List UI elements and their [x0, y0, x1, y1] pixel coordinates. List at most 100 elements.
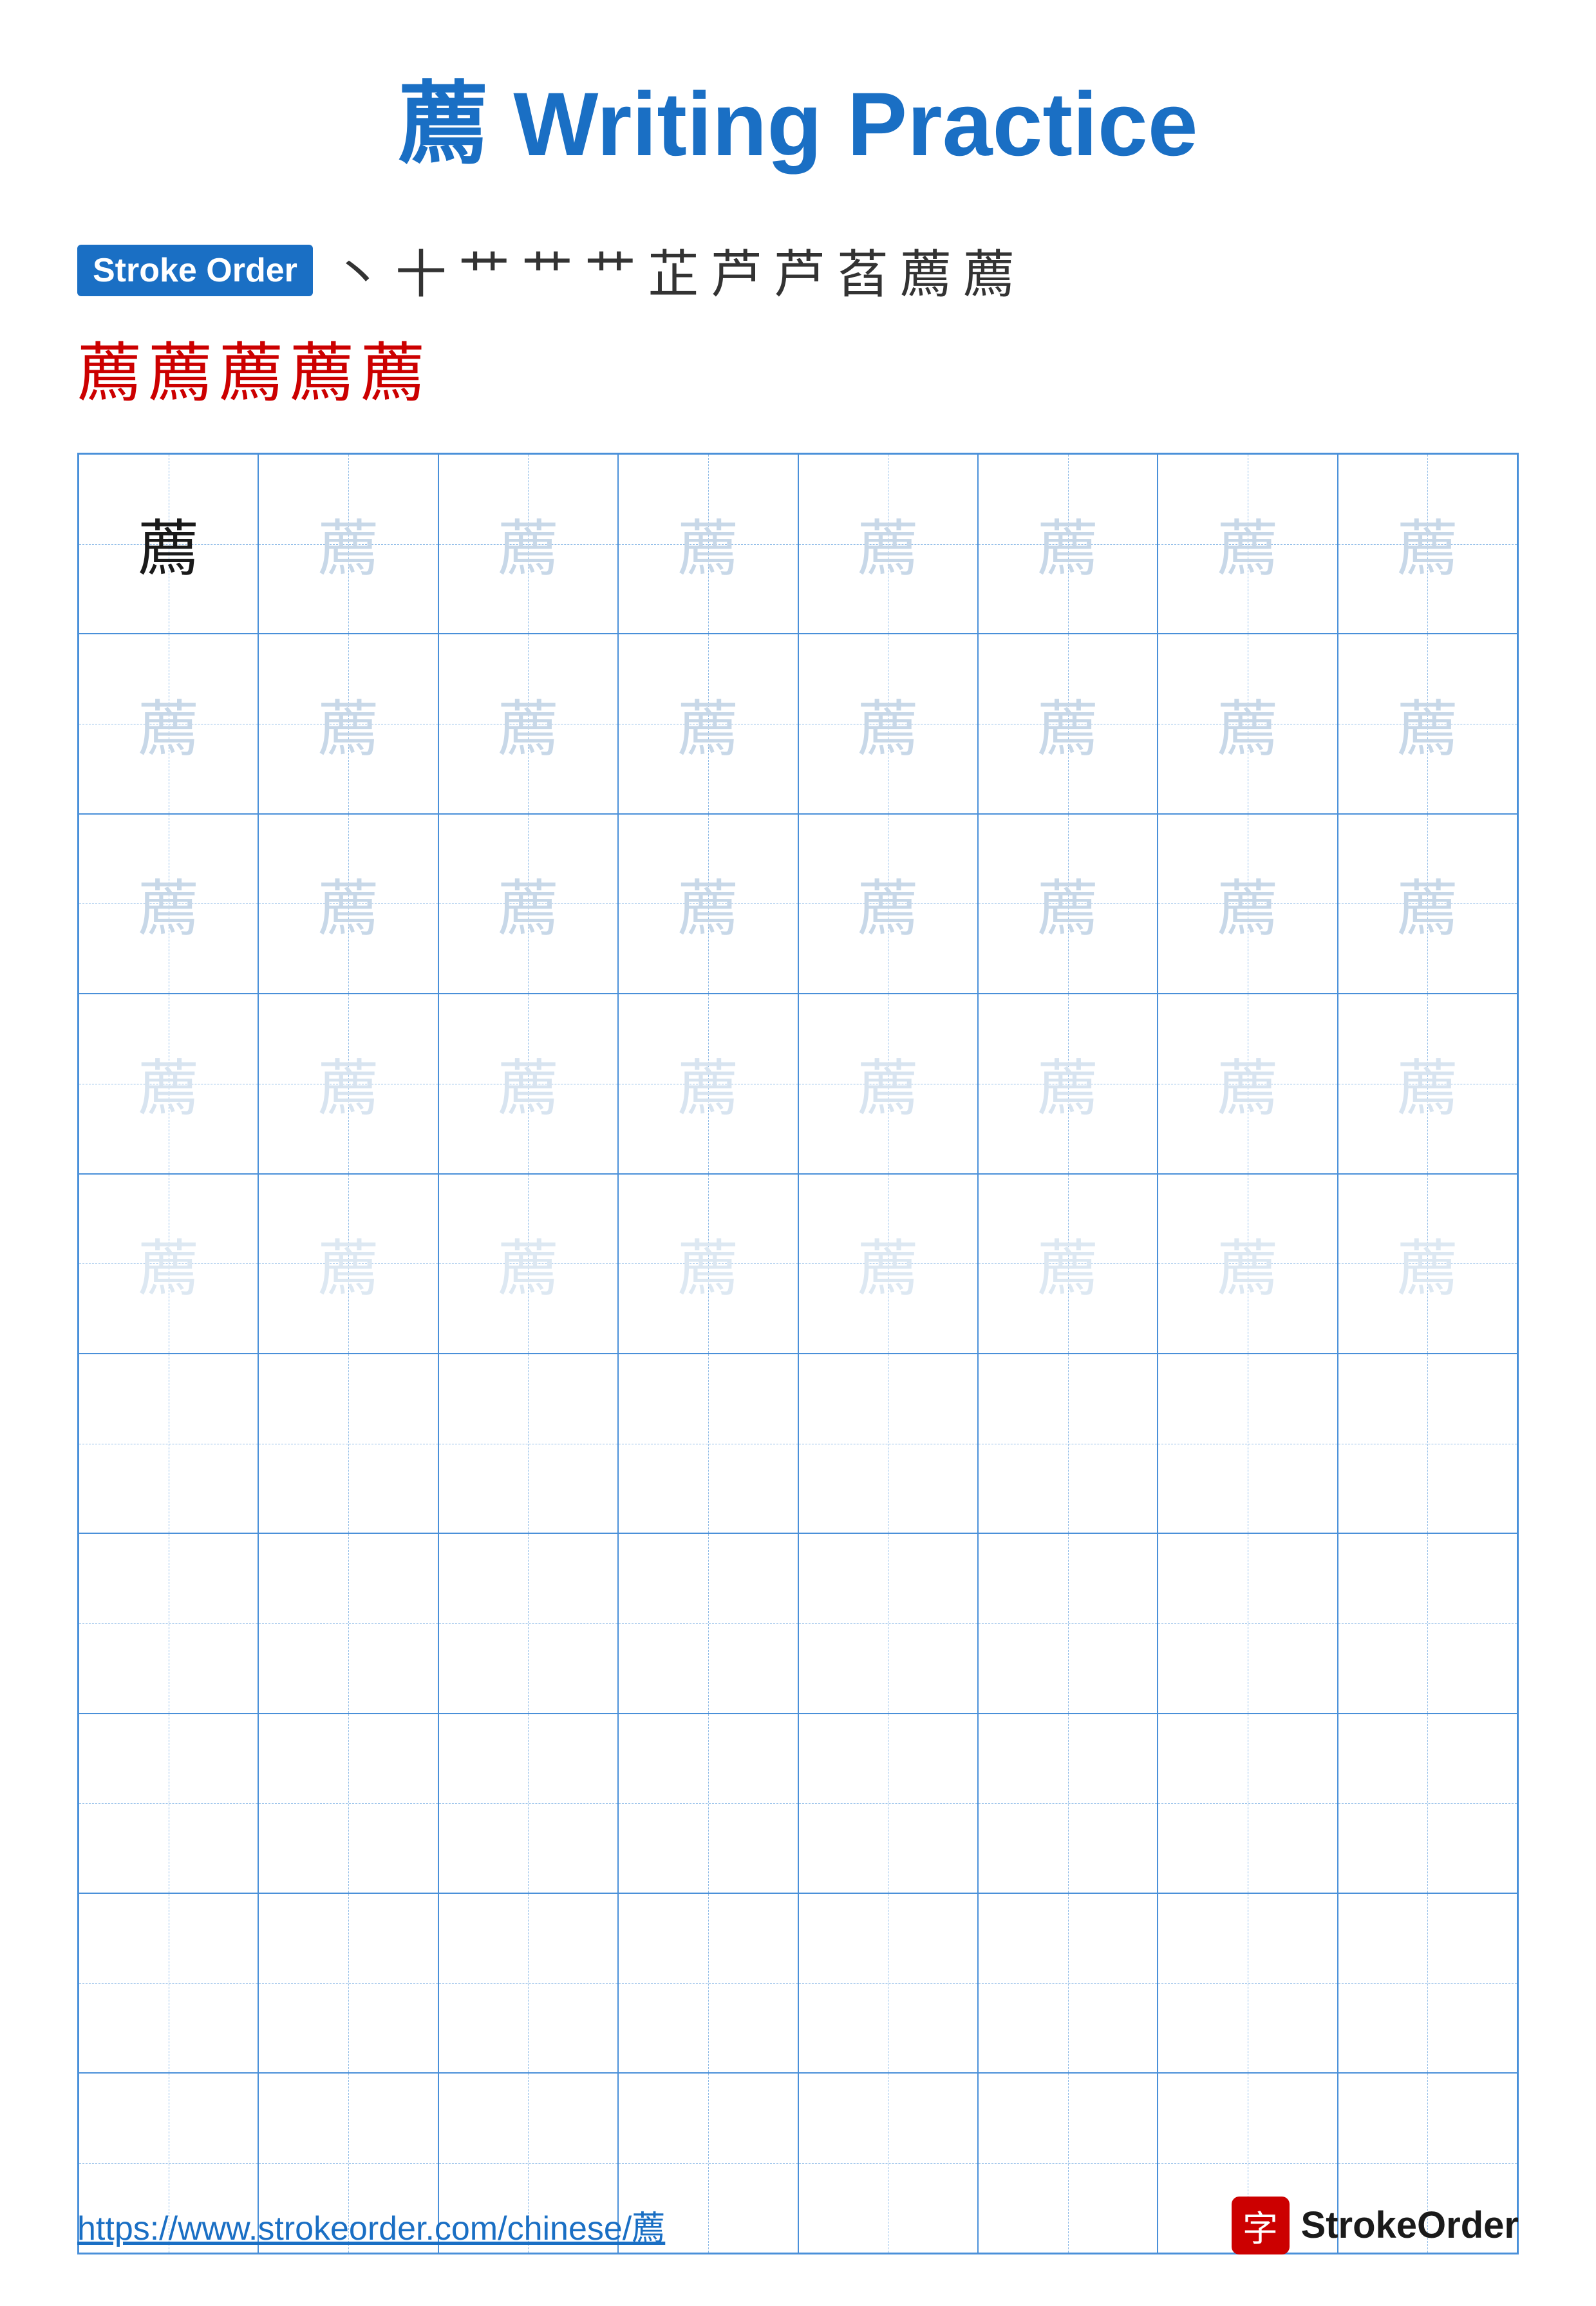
- stroke-4: 艹: [521, 233, 573, 308]
- grid-cell-empty[interactable]: [978, 1714, 1158, 1893]
- grid-cell-empty[interactable]: [258, 1533, 438, 1713]
- grid-cell[interactable]: 薦: [258, 994, 438, 1173]
- grid-cell-empty[interactable]: [618, 1714, 798, 1893]
- grid-cell[interactable]: 薦: [1158, 814, 1337, 994]
- grid-cell[interactable]: 薦: [978, 1174, 1158, 1354]
- stroke-15: 薦: [290, 321, 354, 414]
- grid-cell[interactable]: 薦: [978, 814, 1158, 994]
- grid-cell-empty[interactable]: [79, 1354, 258, 1533]
- grid-cell-empty[interactable]: [438, 1893, 618, 2073]
- title-text: Writing Practice: [488, 73, 1197, 175]
- stroke-3: 艹: [458, 233, 510, 308]
- stroke-2: 十: [395, 233, 447, 308]
- grid-cell-empty[interactable]: [438, 1714, 618, 1893]
- practice-grid: 薦 薦 薦 薦 薦 薦 薦 薦 薦 薦 薦 薦 薦 薦 薦 薦 薦 薦 薦 薦 …: [77, 453, 1519, 2254]
- grid-cell[interactable]: 薦: [258, 1174, 438, 1354]
- grid-cell-empty[interactable]: [1158, 1533, 1337, 1713]
- logo-icon: 字: [1232, 2197, 1290, 2254]
- logo-char: 字: [1243, 2200, 1278, 2251]
- grid-cell[interactable]: 薦: [258, 634, 438, 813]
- grid-cell-empty[interactable]: [1158, 1354, 1337, 1533]
- page: 薦 Writing Practice Stroke Order 丶 十 艹 艹 …: [0, 0, 1596, 2306]
- grid-cell[interactable]: 薦: [1158, 454, 1337, 634]
- grid-cell[interactable]: 薦: [618, 634, 798, 813]
- grid-cell-empty[interactable]: [1338, 1354, 1517, 1533]
- stroke-13: 薦: [148, 321, 212, 414]
- stroke-7: 芦: [711, 233, 762, 308]
- grid-cell[interactable]: 薦: [79, 634, 258, 813]
- grid-cell-empty[interactable]: [978, 1354, 1158, 1533]
- grid-cell-empty[interactable]: [798, 1893, 978, 2073]
- grid-cell-empty[interactable]: [618, 1893, 798, 2073]
- grid-cell[interactable]: 薦: [1338, 994, 1517, 1173]
- grid-cell-empty[interactable]: [618, 1354, 798, 1533]
- stroke-14: 薦: [219, 321, 283, 414]
- grid-cell[interactable]: 薦: [618, 1174, 798, 1354]
- grid-cell[interactable]: 薦: [618, 814, 798, 994]
- grid-cell-empty[interactable]: [618, 1533, 798, 1713]
- grid-cell[interactable]: 薦: [1158, 1174, 1337, 1354]
- grid-cell[interactable]: 薦: [1338, 1174, 1517, 1354]
- grid-cell[interactable]: 薦: [1338, 634, 1517, 813]
- stroke-8: 芦: [774, 233, 825, 308]
- grid-cell[interactable]: 薦: [618, 994, 798, 1173]
- grid-cell[interactable]: 薦: [438, 994, 618, 1173]
- grid-cell[interactable]: 薦: [79, 994, 258, 1173]
- grid-cell[interactable]: 薦: [798, 454, 978, 634]
- stroke-5: 艹: [585, 233, 636, 308]
- grid-cell[interactable]: 薦: [798, 634, 978, 813]
- stroke-order-row1: Stroke Order 丶 十 艹 艹 艹 芷 芦 芦 萏 薦 薦: [77, 233, 1519, 308]
- stroke-16: 薦: [361, 321, 425, 414]
- grid-cell[interactable]: 薦: [618, 454, 798, 634]
- grid-cell-empty[interactable]: [798, 1354, 978, 1533]
- grid-cell[interactable]: 薦: [438, 454, 618, 634]
- grid-cell[interactable]: 薦: [1338, 454, 1517, 634]
- stroke-11: 薦: [963, 233, 1015, 308]
- grid-cell[interactable]: 薦: [258, 454, 438, 634]
- grid-cell-empty[interactable]: [258, 1893, 438, 2073]
- footer-logo: 字 StrokeOrder: [1232, 2197, 1519, 2254]
- logo-text: StrokeOrder: [1301, 2204, 1519, 2247]
- stroke-chars-row1: 丶 十 艹 艹 艹 芷 芦 芦 萏 薦 薦: [332, 233, 1026, 308]
- grid-cell-empty[interactable]: [438, 1354, 618, 1533]
- stroke-10: 薦: [900, 233, 952, 308]
- grid-cell-empty[interactable]: [79, 1533, 258, 1713]
- grid-cell-empty[interactable]: [1338, 1533, 1517, 1713]
- grid-cell[interactable]: 薦: [978, 634, 1158, 813]
- grid-cell-empty[interactable]: [1338, 1893, 1517, 2073]
- grid-cell-empty[interactable]: [258, 1714, 438, 1893]
- stroke-1: 丶: [332, 233, 384, 308]
- stroke-9: 萏: [837, 233, 888, 308]
- page-title: 薦 Writing Practice: [398, 52, 1197, 182]
- grid-cell-empty[interactable]: [258, 1354, 438, 1533]
- grid-cell-empty[interactable]: [798, 1714, 978, 1893]
- grid-cell-empty[interactable]: [79, 1893, 258, 2073]
- grid-cell[interactable]: 薦: [79, 814, 258, 994]
- grid-cell[interactable]: 薦: [1158, 994, 1337, 1173]
- grid-cell-empty[interactable]: [1158, 1714, 1337, 1893]
- footer-url[interactable]: https://www.strokeorder.com/chinese/薦: [77, 2201, 665, 2249]
- grid-cell[interactable]: 薦: [79, 1174, 258, 1354]
- grid-cell[interactable]: 薦: [798, 1174, 978, 1354]
- grid-cell-empty[interactable]: [79, 1714, 258, 1893]
- grid-cell[interactable]: 薦: [978, 454, 1158, 634]
- stroke-order-badge: Stroke Order: [77, 245, 313, 296]
- grid-cell[interactable]: 薦: [1338, 814, 1517, 994]
- grid-cell[interactable]: 薦: [798, 814, 978, 994]
- grid-cell[interactable]: 薦: [438, 634, 618, 813]
- grid-cell[interactable]: 薦: [1158, 634, 1337, 813]
- stroke-order-row2: 薦 薦 薦 薦 薦: [77, 321, 1519, 414]
- grid-cell-empty[interactable]: [1338, 1714, 1517, 1893]
- stroke-6: 芷: [648, 233, 699, 308]
- grid-cell-empty[interactable]: [438, 1533, 618, 1713]
- grid-cell[interactable]: 薦: [438, 814, 618, 994]
- grid-cell[interactable]: 薦: [978, 994, 1158, 1173]
- grid-cell-empty[interactable]: [978, 1533, 1158, 1713]
- grid-cell[interactable]: 薦: [79, 454, 258, 634]
- grid-cell-empty[interactable]: [1158, 1893, 1337, 2073]
- grid-cell-empty[interactable]: [798, 1533, 978, 1713]
- grid-cell[interactable]: 薦: [258, 814, 438, 994]
- grid-cell[interactable]: 薦: [798, 994, 978, 1173]
- grid-cell-empty[interactable]: [978, 1893, 1158, 2073]
- grid-cell[interactable]: 薦: [438, 1174, 618, 1354]
